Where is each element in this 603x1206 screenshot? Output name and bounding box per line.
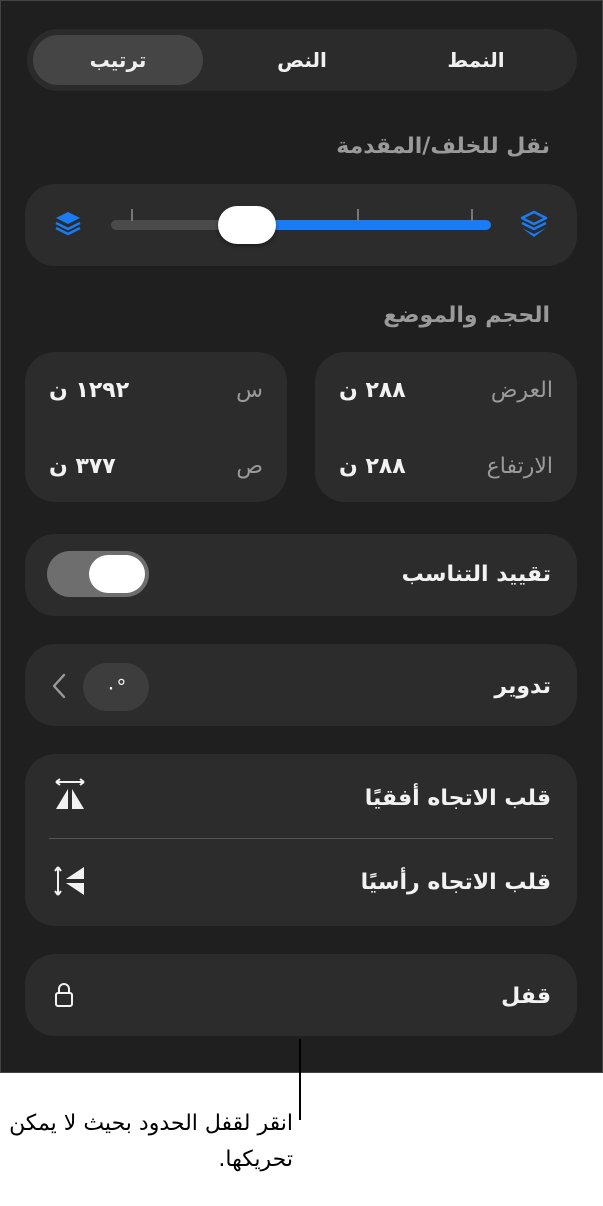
constrain-toggle[interactable] xyxy=(47,551,149,597)
flip-vertical-label[interactable]: قلب الاتجاه رأسيًا xyxy=(361,870,551,895)
callout-text: انقر لقفل الحدود بحيث لا يمكن تحريكها. xyxy=(9,1111,293,1172)
lock-icon xyxy=(55,983,73,1007)
flip-horizontal-icon[interactable] xyxy=(53,778,87,812)
width-value[interactable]: ٢٨٨ ن xyxy=(339,378,406,403)
callout-line xyxy=(299,1039,301,1120)
size-card: العرض ٢٨٨ ن الارتفاع ٢٨٨ ن xyxy=(315,352,577,502)
layer-slider-knob[interactable] xyxy=(218,206,276,244)
tab-text[interactable]: النص xyxy=(217,35,387,85)
y-label: ص xyxy=(236,454,263,479)
constrain-label: تقييد التناسب xyxy=(401,562,551,587)
tab-style[interactable]: النمط xyxy=(391,35,561,85)
height-value[interactable]: ٢٨٨ ن xyxy=(339,454,406,479)
arrange-panel: النمط النص ترتيب نقل للخلف/المقدمة الحجم… xyxy=(0,0,603,1073)
flip-divider xyxy=(49,838,553,839)
rotate-label: تدوير xyxy=(494,674,551,699)
tab-arrange[interactable]: ترتيب xyxy=(33,35,203,85)
height-label: الارتفاع xyxy=(486,454,553,479)
bring-to-front-icon[interactable] xyxy=(519,209,549,239)
rotate-value[interactable]: ٠° xyxy=(83,663,149,711)
format-tabs: النمط النص ترتيب xyxy=(27,29,577,91)
send-to-back-icon[interactable] xyxy=(53,209,83,239)
lock-row[interactable]: قفل xyxy=(25,954,577,1036)
toggle-thumb xyxy=(89,555,145,593)
position-card: س ١٢٩٢ ن ص ٣٧٧ ن xyxy=(25,352,287,502)
chevron-left-icon[interactable] xyxy=(51,673,67,699)
flip-card: قلب الاتجاه أفقيًا قلب الاتجاه رأسيًا xyxy=(25,754,577,926)
y-value[interactable]: ٣٧٧ ن xyxy=(49,454,116,479)
lock-label: قفل xyxy=(501,984,551,1009)
flip-horizontal-label[interactable]: قلب الاتجاه أفقيًا xyxy=(365,786,551,811)
move-section-title: نقل للخلف/المقدمة xyxy=(336,134,550,159)
slider-tick xyxy=(131,209,133,221)
size-position-title: الحجم والموضع xyxy=(383,303,550,328)
x-value[interactable]: ١٢٩٢ ن xyxy=(49,378,129,403)
width-label: العرض xyxy=(490,378,553,403)
slider-track-active xyxy=(251,220,491,230)
rotate-row[interactable]: تدوير ٠° xyxy=(25,644,577,726)
slider-tick xyxy=(471,209,473,221)
layer-slider-card xyxy=(25,184,577,266)
constrain-row: تقييد التناسب xyxy=(25,534,577,616)
x-label: س xyxy=(236,378,263,403)
slider-tick xyxy=(357,209,359,221)
flip-vertical-icon[interactable] xyxy=(53,864,87,898)
